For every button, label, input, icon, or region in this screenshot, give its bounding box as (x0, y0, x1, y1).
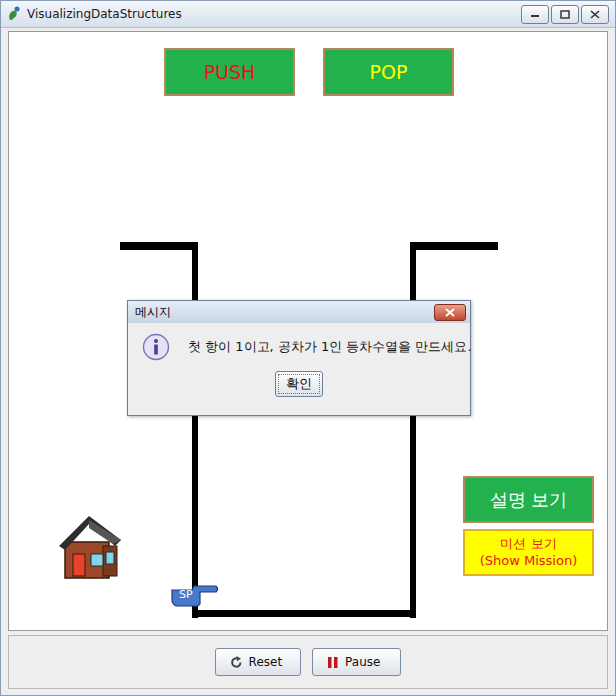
stack-pointer: SP (170, 582, 220, 608)
button-label: 확인 (286, 375, 312, 393)
right-wall (410, 242, 416, 618)
right-ledge (410, 242, 498, 250)
push-button[interactable]: PUSH (164, 48, 295, 96)
message-dialog: 메시지첫 항이 1이고, 공차가 1인 등차수열을 만드세요. 확인 (127, 300, 471, 416)
stack-pointer-label: SP (179, 588, 193, 601)
window-title: VisualizingDataStructures (27, 7, 515, 21)
button-label: Reset (249, 655, 283, 669)
button-label: 설명 보기 (490, 488, 568, 512)
minimize-icon (530, 10, 540, 18)
pop-button[interactable]: POP (323, 48, 454, 96)
app-icon (7, 6, 21, 22)
button-label: 미션 보기 (500, 536, 556, 553)
button-label: PUSH (204, 61, 256, 83)
button-label: (Show Mission) (480, 553, 578, 570)
button-label: POP (370, 61, 408, 83)
dialog-body: 첫 항이 1이고, 공차가 1인 등차수열을 만드세요. 확인 (128, 323, 470, 415)
close-icon (590, 10, 600, 19)
pause-button[interactable]: Pause (312, 648, 401, 676)
left-ledge (120, 242, 196, 250)
help-button[interactable]: 설명 보기 (463, 476, 594, 523)
dialog-title-bar: 메시지 (128, 301, 470, 323)
left-wall (192, 242, 198, 618)
window-controls (521, 5, 609, 24)
title-bar: VisualizingDataStructures (1, 1, 615, 28)
house-icon (55, 510, 125, 582)
close-icon (445, 308, 455, 317)
close-button[interactable] (581, 5, 609, 24)
button-label: Pause (345, 655, 380, 669)
dialog-message-row: 첫 항이 1이고, 공차가 1인 등차수열을 만드세요. (138, 333, 460, 361)
reset-icon (230, 656, 243, 669)
maximize-icon (560, 10, 570, 19)
pointing-hand-icon (170, 582, 220, 608)
reset-button[interactable]: Reset (215, 648, 302, 676)
minimize-button[interactable] (521, 5, 549, 24)
pause-icon (327, 656, 339, 669)
stack-floor (192, 610, 416, 617)
ok-button[interactable]: 확인 (275, 371, 323, 397)
info-icon (142, 333, 170, 361)
mission-button[interactable]: 미션 보기(Show Mission) (463, 529, 594, 576)
dialog-close-button[interactable] (434, 304, 466, 321)
dialog-message: 첫 항이 1이고, 공차가 1인 등차수열을 만드세요. (188, 338, 472, 356)
maximize-button[interactable] (551, 5, 579, 24)
dialog-title: 메시지 (135, 304, 434, 321)
control-panel: Reset Pause (8, 635, 608, 689)
